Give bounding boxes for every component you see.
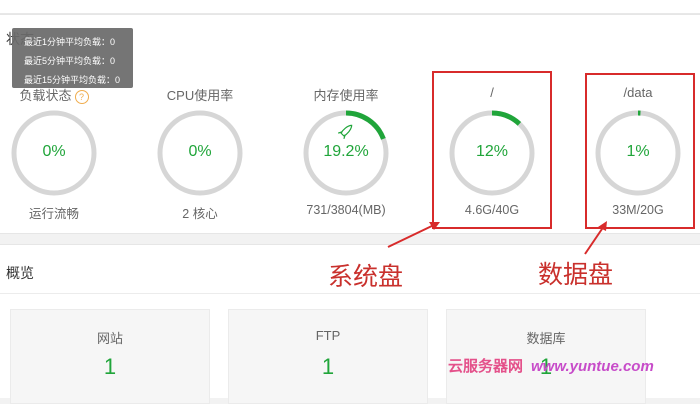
gauge-memory-title: 内存使用率	[313, 88, 379, 103]
gauge-memory-value: 19.2%	[323, 143, 369, 160]
overview-card-ftp[interactable]: FTP 1	[228, 309, 428, 404]
data-disk-highlight	[585, 73, 695, 229]
card-value[interactable]: 1	[229, 354, 427, 380]
load-tooltip: 最近1分钟平均负载：0 最近5分钟平均负载：0 最近15分钟平均负载：0	[12, 28, 133, 88]
system-disk-highlight	[432, 71, 552, 229]
overview-divider	[0, 293, 700, 294]
gauge-load-status: 运行流畅	[28, 207, 79, 221]
gauge-memory-usage: 731/3804(MB)	[306, 203, 386, 217]
gauge-cpu-title: CPU使用率	[166, 88, 234, 103]
overview-title: 概览	[6, 265, 34, 281]
card-value[interactable]: 1	[11, 354, 209, 380]
load-5min: 最近5分钟平均负载：0	[24, 56, 116, 66]
overview-card-websites[interactable]: 网站 1	[10, 309, 210, 404]
annotation-system-disk: 系统盘	[328, 262, 404, 291]
card-label: 数据库	[526, 331, 566, 346]
watermark: 云服务器网 www.yuntue.com	[448, 355, 654, 376]
card-label: FTP	[315, 328, 341, 343]
gauge-cpu-value: 0%	[188, 143, 212, 160]
gauge-memory[interactable]: 内存使用率 19.2% 731/3804(MB)	[298, 85, 394, 225]
annotation-data-disk: 数据盘	[538, 260, 614, 289]
gauge-load[interactable]: 负载状态? 0% 运行流畅	[6, 85, 102, 225]
watermark-url: www.yuntue.com	[531, 358, 654, 375]
top-panel-edge	[0, 0, 700, 14]
load-15min: 最近15分钟平均负载：0	[24, 75, 121, 85]
watermark-cn: 云服务器网	[448, 358, 524, 375]
question-circle-icon[interactable]: ?	[74, 89, 89, 104]
gauge-load-title: 负载状态	[19, 88, 72, 103]
gauge-cpu[interactable]: CPU使用率 0% 2 核心	[152, 85, 248, 225]
gauge-load-value: 0%	[42, 143, 66, 160]
gauge-cpu-cores: 2 核心	[182, 207, 218, 221]
rocket-icon[interactable]	[338, 123, 354, 139]
load-1min: 最近1分钟平均负载：0	[24, 37, 116, 47]
card-label: 网站	[96, 331, 123, 346]
